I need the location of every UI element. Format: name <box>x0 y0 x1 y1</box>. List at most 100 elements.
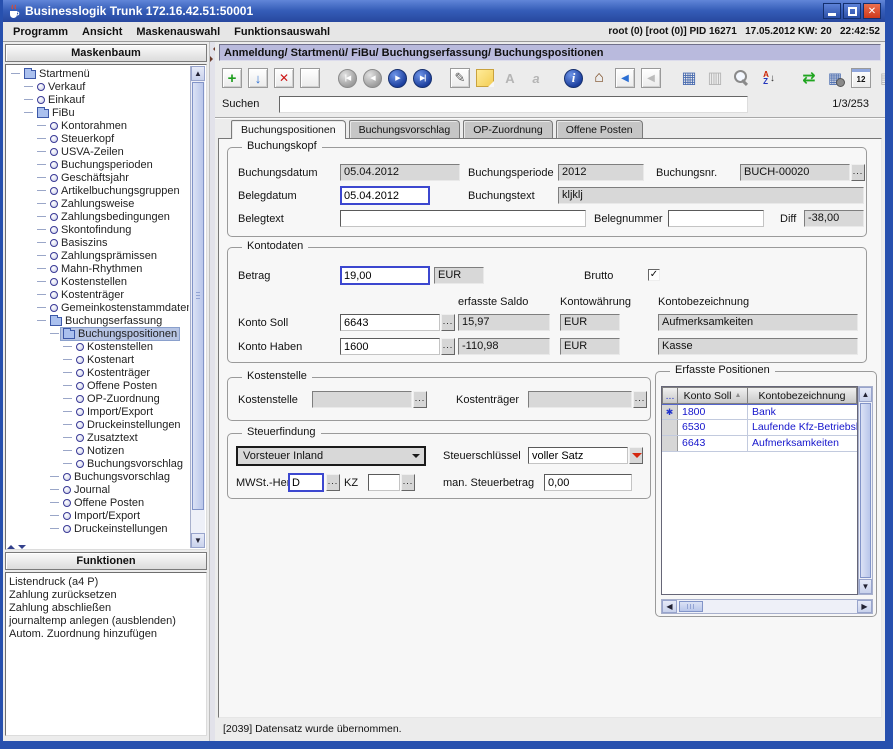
edit-pencil-icon[interactable]: ✎ <box>450 68 470 88</box>
close-button[interactable]: ✕ <box>863 3 881 19</box>
tree-node-zusatztext[interactable]: Zusatztext <box>7 431 189 444</box>
tree-node-gemeinkostenstammdaten[interactable]: Gemeinkostenstammdaten <box>7 301 189 314</box>
brutto-checkbox[interactable]: ✓ <box>648 269 660 281</box>
tree-node-kostenstellen[interactable]: Kostenstellen <box>7 340 189 353</box>
maximize-button[interactable] <box>843 3 861 19</box>
kostentraeger-lookup-button[interactable]: ... <box>633 391 647 408</box>
table-horizontal-scrollbar[interactable]: ◀ ▶ <box>661 599 873 614</box>
tree-node-kostenträger[interactable]: Kostenträger <box>7 288 189 301</box>
column-header-konto-soll[interactable]: Konto Soll▲ <box>678 387 748 404</box>
refresh-icon[interactable]: ⇄ <box>799 68 819 88</box>
new-record-icon[interactable]: + <box>222 68 242 88</box>
kz-input[interactable] <box>368 474 400 491</box>
steuerart-dropdown[interactable]: Vorsteuer Inland <box>236 446 426 466</box>
tree-node-usva-zeilen[interactable]: USVA-Zeilen <box>7 145 189 158</box>
nav-last-icon[interactable]: ▶| <box>413 69 432 88</box>
man-steuerbetrag-input[interactable] <box>544 474 632 491</box>
tab-buchungsvorschlag[interactable]: Buchungsvorschlag <box>349 120 461 138</box>
nav-next-icon[interactable]: ▶ <box>388 69 407 88</box>
menu-programm[interactable]: Programm <box>6 25 75 39</box>
tree-node-kostenart[interactable]: Kostenart <box>7 353 189 366</box>
table-grid-icon[interactable]: ▦ <box>679 68 699 88</box>
tree-node-kontorahmen[interactable]: Kontorahmen <box>7 119 189 132</box>
menu-ansicht[interactable]: Ansicht <box>75 25 129 39</box>
scroll-up-button[interactable]: ▲ <box>191 66 205 81</box>
tree-node-notizen[interactable]: Notizen <box>7 444 189 457</box>
tree-node-fibu[interactable]: FiBu <box>7 106 189 119</box>
tree-node-kostenträger[interactable]: Kostenträger <box>7 366 189 379</box>
page-back-icon[interactable]: ◀ <box>615 68 635 88</box>
tree-node-buchungserfassung[interactable]: Buchungserfassung <box>7 314 189 327</box>
tree-node-verkauf[interactable]: Verkauf <box>7 80 189 93</box>
kostenstelle-lookup-button[interactable]: ... <box>413 391 427 408</box>
tree-node-skontofindung[interactable]: Skontofindung <box>7 223 189 236</box>
column-header-marker[interactable]: ... <box>662 387 678 404</box>
tree-node-zahlungsweise[interactable]: Zahlungsweise <box>7 197 189 210</box>
tree-node-op-zuordnung[interactable]: OP-Zuordnung <box>7 392 189 405</box>
buchungsnr-lookup-button[interactable]: ... <box>851 164 865 181</box>
tab-offene-posten[interactable]: Offene Posten <box>556 120 643 138</box>
belegtext-input[interactable] <box>340 210 586 227</box>
table-settings-icon[interactable]: ▦ <box>825 68 845 88</box>
tree-node-buchungsvorschlag[interactable]: Buchungsvorschlag <box>7 470 189 483</box>
belegdatum-input[interactable] <box>340 186 430 205</box>
tree-node-kostenstellen[interactable]: Kostenstellen <box>7 275 189 288</box>
tree-node-buchungspositionen[interactable]: Buchungspositionen <box>7 327 189 340</box>
konto-soll-lookup-button[interactable]: ... <box>441 314 455 331</box>
mwst-herkunft-lookup-button[interactable]: ... <box>326 474 340 491</box>
tree-node-geschäftsjahr[interactable]: Geschäftsjahr <box>7 171 189 184</box>
search-icon[interactable] <box>731 68 751 88</box>
table-vertical-scrollbar[interactable]: ▲ ▼ <box>858 386 873 595</box>
column-header-kontobezeichnung[interactable]: Kontobezeichnung <box>748 387 857 404</box>
calendar-icon[interactable]: 12 <box>851 68 871 88</box>
table-scroll-left-button[interactable]: ◀ <box>662 600 677 613</box>
tab-op-zuordnung[interactable]: OP-Zuordnung <box>463 120 552 138</box>
tab-buchungspositionen[interactable]: Buchungspositionen <box>231 120 346 139</box>
delete-record-icon[interactable]: ✕ <box>274 68 294 88</box>
tree-node-artikelbuchungsgruppen[interactable]: Artikelbuchungsgruppen <box>7 184 189 197</box>
tree-node-basiszins[interactable]: Basiszins <box>7 236 189 249</box>
tree-node-offene-posten[interactable]: Offene Posten <box>7 379 189 392</box>
belegnummer-input[interactable] <box>668 210 764 227</box>
minimize-button[interactable] <box>823 3 841 19</box>
konto-haben-input[interactable] <box>340 338 440 355</box>
splitter-up-icon[interactable] <box>7 541 15 549</box>
tree-node-zahlungsprämissen[interactable]: Zahlungsprämissen <box>7 249 189 262</box>
betrag-input[interactable] <box>340 266 430 285</box>
tree-node-druckeinstellungen[interactable]: Druckeinstellungen <box>7 418 189 431</box>
sidebar-splitter[interactable] <box>7 542 26 550</box>
info-icon[interactable]: i <box>564 69 583 88</box>
steuerschluessel-dropdown-button[interactable] <box>629 447 643 464</box>
table-scroll-down-button[interactable]: ▼ <box>859 579 872 594</box>
tree-node-steuerkopf[interactable]: Steuerkopf <box>7 132 189 145</box>
konto-haben-lookup-button[interactable]: ... <box>441 338 455 355</box>
tree-node-druckeinstellungen[interactable]: Druckeinstellungen <box>7 522 189 535</box>
home-icon[interactable]: ⌂ <box>589 68 609 88</box>
tree-scroll-thumb[interactable] <box>192 82 204 510</box>
tree-node-buchungsperioden[interactable]: Buchungsperioden <box>7 158 189 171</box>
tree-node-offene-posten[interactable]: Offene Posten <box>7 496 189 509</box>
scroll-down-button[interactable]: ▼ <box>191 533 205 548</box>
function-zahlung-abschließen[interactable]: Zahlung abschließen <box>9 602 203 615</box>
mwst-herkunft-input[interactable] <box>288 473 324 492</box>
tree-node-buchungsvorschlag[interactable]: Buchungsvorschlag <box>7 457 189 470</box>
function-journaltemp-anlegen-ausblenden[interactable]: journaltemp anlegen (ausblenden) <box>9 615 203 628</box>
import-record-icon[interactable]: ↓ <box>248 68 268 88</box>
function-listendruck-a4-p[interactable]: Listendruck (a4 P) <box>9 576 203 589</box>
table-row[interactable]: ✱1800Bank <box>662 404 857 420</box>
table-row[interactable]: 6643Aufmerksamkeiten <box>662 436 857 452</box>
table-hscroll-thumb[interactable] <box>679 601 703 612</box>
tree-node-startmenü[interactable]: Startmenü <box>7 67 189 80</box>
tree-node-mahn-rhythmen[interactable]: Mahn-Rhythmen <box>7 262 189 275</box>
tree-node-journal[interactable]: Journal <box>7 483 189 496</box>
konto-soll-input[interactable] <box>340 314 440 331</box>
menu-maskenauswahl[interactable]: Maskenauswahl <box>129 25 227 39</box>
kz-lookup-button[interactable]: ... <box>401 474 415 491</box>
tree-scrollbar[interactable]: ▲ ▼ <box>190 66 205 548</box>
table-scroll-right-button[interactable]: ▶ <box>857 600 872 613</box>
table-scroll-thumb[interactable] <box>860 403 871 578</box>
search-input[interactable] <box>279 96 748 113</box>
sort-az-icon[interactable]: AZ↓ <box>757 68 781 88</box>
function-autom-zuordnung-hinzufügen[interactable]: Autom. Zuordnung hinzufügen <box>9 628 203 641</box>
menu-funktionsauswahl[interactable]: Funktionsauswahl <box>227 25 337 39</box>
